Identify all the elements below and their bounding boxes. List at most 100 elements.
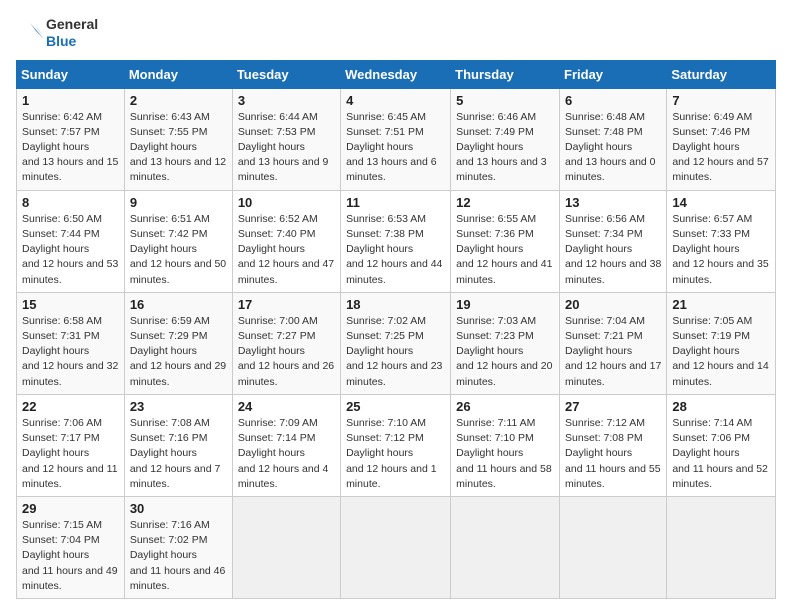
day-info: Sunrise: 6:57 AMSunset: 7:33 PMDaylight … — [672, 212, 770, 288]
calendar-cell: 5 Sunrise: 6:46 AMSunset: 7:49 PMDaylight… — [451, 88, 560, 190]
day-number: 11 — [346, 195, 445, 210]
col-header-saturday: Saturday — [667, 60, 776, 88]
day-number: 5 — [456, 93, 554, 108]
logo-container: General Blue — [16, 16, 98, 50]
day-number: 15 — [22, 297, 119, 312]
day-number: 14 — [672, 195, 770, 210]
calendar-cell — [341, 496, 451, 598]
calendar-week-5: 29 Sunrise: 7:15 AMSunset: 7:04 PMDayligh… — [17, 496, 776, 598]
day-info: Sunrise: 7:14 AMSunset: 7:06 PMDaylight … — [672, 416, 770, 492]
calendar-cell: 16 Sunrise: 6:59 AMSunset: 7:29 PMDayligh… — [124, 292, 232, 394]
day-number: 12 — [456, 195, 554, 210]
day-number: 27 — [565, 399, 661, 414]
day-info: Sunrise: 6:53 AMSunset: 7:38 PMDaylight … — [346, 212, 445, 288]
calendar-cell: 10 Sunrise: 6:52 AMSunset: 7:40 PMDayligh… — [232, 190, 340, 292]
calendar-cell: 12 Sunrise: 6:55 AMSunset: 7:36 PMDayligh… — [451, 190, 560, 292]
day-number: 9 — [130, 195, 227, 210]
calendar-cell: 29 Sunrise: 7:15 AMSunset: 7:04 PMDayligh… — [17, 496, 125, 598]
day-info: Sunrise: 6:43 AMSunset: 7:55 PMDaylight … — [130, 110, 227, 186]
day-info: Sunrise: 6:44 AMSunset: 7:53 PMDaylight … — [238, 110, 335, 186]
logo: General Blue — [16, 16, 98, 50]
day-info: Sunrise: 6:46 AMSunset: 7:49 PMDaylight … — [456, 110, 554, 186]
day-info: Sunrise: 6:49 AMSunset: 7:46 PMDaylight … — [672, 110, 770, 186]
day-info: Sunrise: 7:00 AMSunset: 7:27 PMDaylight … — [238, 314, 335, 390]
calendar-cell: 22 Sunrise: 7:06 AMSunset: 7:17 PMDayligh… — [17, 394, 125, 496]
logo-text: General Blue — [46, 16, 98, 50]
day-info: Sunrise: 7:04 AMSunset: 7:21 PMDaylight … — [565, 314, 661, 390]
day-number: 10 — [238, 195, 335, 210]
logo-general: General — [46, 16, 98, 33]
calendar-cell: 30 Sunrise: 7:16 AMSunset: 7:02 PMDayligh… — [124, 496, 232, 598]
calendar-cell: 9 Sunrise: 6:51 AMSunset: 7:42 PMDaylight… — [124, 190, 232, 292]
calendar-cell — [451, 496, 560, 598]
calendar-header-row: SundayMondayTuesdayWednesdayThursdayFrid… — [17, 60, 776, 88]
day-number: 4 — [346, 93, 445, 108]
calendar-cell: 13Sunrise: 6:56 AMSunset: 7:34 PMDayligh… — [560, 190, 667, 292]
day-number: 2 — [130, 93, 227, 108]
calendar-week-4: 22 Sunrise: 7:06 AMSunset: 7:17 PMDayligh… — [17, 394, 776, 496]
day-number: 21 — [672, 297, 770, 312]
day-info: Sunrise: 7:10 AMSunset: 7:12 PMDaylight … — [346, 416, 445, 492]
day-number: 24 — [238, 399, 335, 414]
calendar-body: 1 Sunrise: 6:42 AMSunset: 7:57 PMDaylight… — [17, 88, 776, 598]
calendar-cell: 15Sunrise: 6:58 AMSunset: 7:31 PMDayligh… — [17, 292, 125, 394]
day-info: Sunrise: 7:06 AMSunset: 7:17 PMDaylight … — [22, 416, 119, 492]
day-info: Sunrise: 7:12 AMSunset: 7:08 PMDaylight … — [565, 416, 661, 492]
calendar-cell: 20Sunrise: 7:04 AMSunset: 7:21 PMDayligh… — [560, 292, 667, 394]
day-number: 16 — [130, 297, 227, 312]
calendar-cell: 2 Sunrise: 6:43 AMSunset: 7:55 PMDaylight… — [124, 88, 232, 190]
calendar-week-2: 8Sunrise: 6:50 AMSunset: 7:44 PMDaylight… — [17, 190, 776, 292]
day-info: Sunrise: 7:03 AMSunset: 7:23 PMDaylight … — [456, 314, 554, 390]
col-header-wednesday: Wednesday — [341, 60, 451, 88]
day-info: Sunrise: 7:15 AMSunset: 7:04 PMDaylight … — [22, 518, 119, 594]
calendar-cell — [667, 496, 776, 598]
day-number: 26 — [456, 399, 554, 414]
calendar-cell: 28 Sunrise: 7:14 AMSunset: 7:06 PMDayligh… — [667, 394, 776, 496]
col-header-sunday: Sunday — [17, 60, 125, 88]
day-number: 18 — [346, 297, 445, 312]
day-info: Sunrise: 7:09 AMSunset: 7:14 PMDaylight … — [238, 416, 335, 492]
calendar-cell: 8Sunrise: 6:50 AMSunset: 7:44 PMDaylight… — [17, 190, 125, 292]
calendar-cell: 1 Sunrise: 6:42 AMSunset: 7:57 PMDaylight… — [17, 88, 125, 190]
day-info: Sunrise: 6:42 AMSunset: 7:57 PMDaylight … — [22, 110, 119, 186]
day-info: Sunrise: 6:55 AMSunset: 7:36 PMDaylight … — [456, 212, 554, 288]
calendar-table: SundayMondayTuesdayWednesdayThursdayFrid… — [16, 60, 776, 599]
day-number: 25 — [346, 399, 445, 414]
day-info: Sunrise: 7:16 AMSunset: 7:02 PMDaylight … — [130, 518, 227, 594]
calendar-cell: 14 Sunrise: 6:57 AMSunset: 7:33 PMDayligh… — [667, 190, 776, 292]
calendar-cell: 11 Sunrise: 6:53 AMSunset: 7:38 PMDayligh… — [341, 190, 451, 292]
calendar-cell: 21Sunrise: 7:05 AMSunset: 7:19 PMDayligh… — [667, 292, 776, 394]
day-info: Sunrise: 7:11 AMSunset: 7:10 PMDaylight … — [456, 416, 554, 492]
day-info: Sunrise: 6:59 AMSunset: 7:29 PMDaylight … — [130, 314, 227, 390]
day-info: Sunrise: 6:48 AMSunset: 7:48 PMDaylight … — [565, 110, 661, 186]
calendar-cell: 17 Sunrise: 7:00 AMSunset: 7:27 PMDayligh… — [232, 292, 340, 394]
day-info: Sunrise: 7:08 AMSunset: 7:16 PMDaylight … — [130, 416, 227, 492]
calendar-week-3: 15Sunrise: 6:58 AMSunset: 7:31 PMDayligh… — [17, 292, 776, 394]
calendar-cell: 6Sunrise: 6:48 AMSunset: 7:48 PMDaylight… — [560, 88, 667, 190]
day-info: Sunrise: 6:51 AMSunset: 7:42 PMDaylight … — [130, 212, 227, 288]
logo-icon-wrapper — [16, 19, 44, 47]
day-number: 30 — [130, 501, 227, 516]
calendar-cell: 27 Sunrise: 7:12 AMSunset: 7:08 PMDayligh… — [560, 394, 667, 496]
day-number: 17 — [238, 297, 335, 312]
day-info: Sunrise: 6:56 AMSunset: 7:34 PMDaylight … — [565, 212, 661, 288]
day-number: 7 — [672, 93, 770, 108]
day-info: Sunrise: 6:52 AMSunset: 7:40 PMDaylight … — [238, 212, 335, 288]
calendar-cell: 23Sunrise: 7:08 AMSunset: 7:16 PMDayligh… — [124, 394, 232, 496]
calendar-cell: 7 Sunrise: 6:49 AMSunset: 7:46 PMDaylight… — [667, 88, 776, 190]
day-number: 1 — [22, 93, 119, 108]
day-number: 28 — [672, 399, 770, 414]
day-number: 29 — [22, 501, 119, 516]
calendar-cell — [232, 496, 340, 598]
calendar-cell: 24 Sunrise: 7:09 AMSunset: 7:14 PMDayligh… — [232, 394, 340, 496]
day-number: 19 — [456, 297, 554, 312]
calendar-week-1: 1 Sunrise: 6:42 AMSunset: 7:57 PMDaylight… — [17, 88, 776, 190]
day-number: 22 — [22, 399, 119, 414]
calendar-cell: 18 Sunrise: 7:02 AMSunset: 7:25 PMDayligh… — [341, 292, 451, 394]
day-info: Sunrise: 7:02 AMSunset: 7:25 PMDaylight … — [346, 314, 445, 390]
day-number: 8 — [22, 195, 119, 210]
calendar-cell: 25 Sunrise: 7:10 AMSunset: 7:12 PMDayligh… — [341, 394, 451, 496]
day-info: Sunrise: 6:45 AMSunset: 7:51 PMDaylight … — [346, 110, 445, 186]
logo-blue: Blue — [46, 33, 98, 50]
logo-bird-icon — [16, 19, 44, 47]
